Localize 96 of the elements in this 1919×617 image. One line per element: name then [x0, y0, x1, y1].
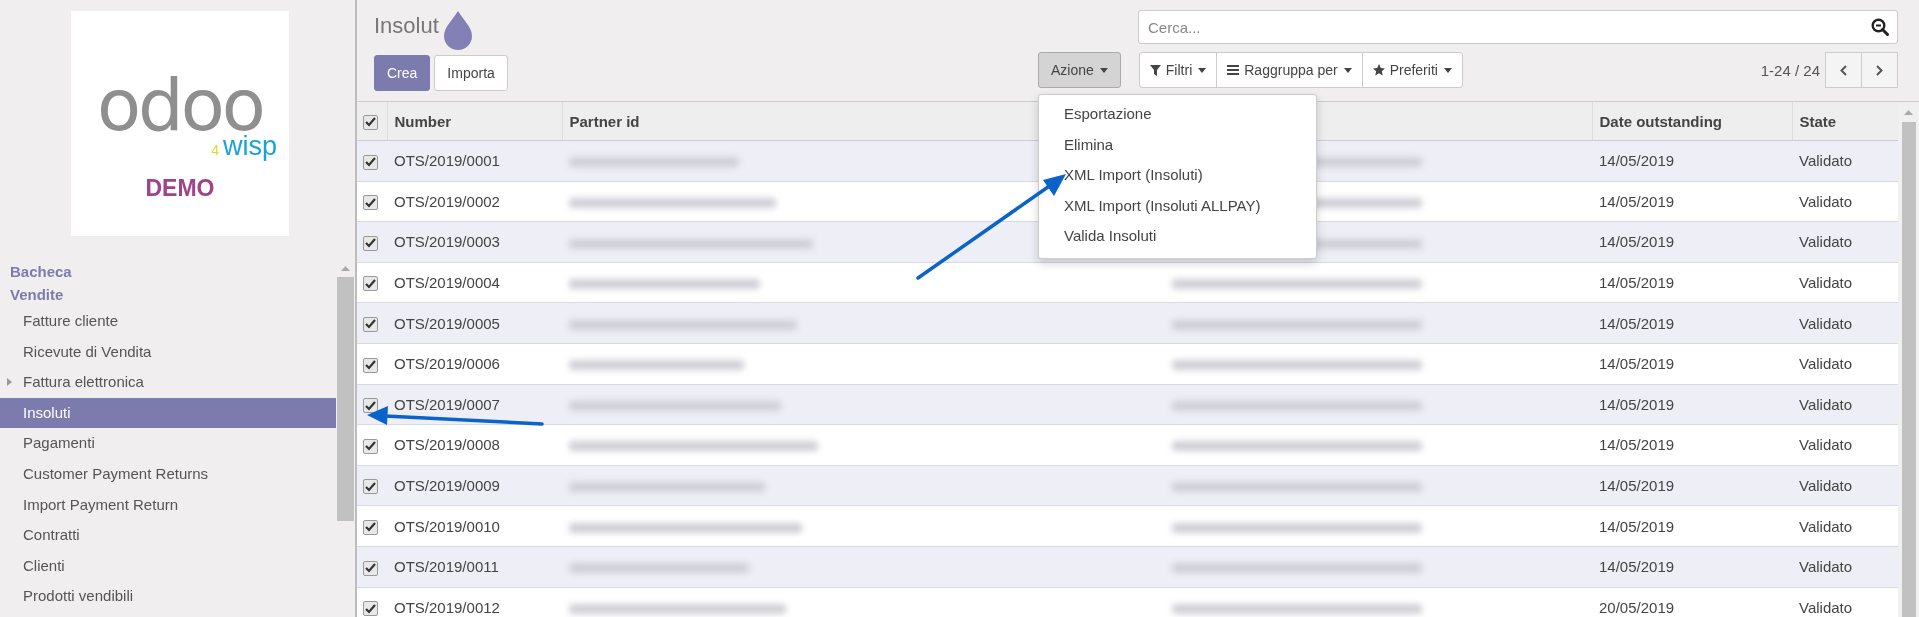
table-cell: OTS/2019/0007: [394, 395, 500, 413]
caret-icon: [1443, 67, 1452, 73]
star-icon: [1372, 64, 1385, 76]
checkbox[interactable]: [363, 154, 378, 170]
group-button[interactable]: Raggruppa per: [1216, 52, 1363, 88]
table-cell: Validato: [1799, 314, 1853, 332]
table-cell: 14/05/2019: [1599, 558, 1675, 576]
menu-option[interactable]: Esportazione: [1039, 99, 1316, 130]
table-cell: Validato: [1799, 436, 1853, 454]
table-cell: OTS/2019/0011: [394, 558, 499, 576]
menu-item[interactable]: Clienti: [0, 550, 336, 582]
checkbox[interactable]: [363, 601, 378, 617]
table-cell: 14/05/2019: [1599, 152, 1675, 170]
scroll-up-icon: [1904, 110, 1913, 115]
table-cell: OTS/2019/0008: [394, 436, 500, 454]
table-cell: 14/05/2019: [1599, 517, 1675, 535]
search-icon: [1871, 18, 1889, 36]
menu-item[interactable]: Contratti: [0, 520, 336, 551]
checkbox[interactable]: [363, 195, 378, 211]
menu-item[interactable]: Ricevute di Vendita: [0, 336, 336, 368]
column-header[interactable]: Number: [394, 112, 452, 130]
table-cell: 14/05/2019: [1599, 477, 1675, 495]
chevron-right-icon: [1876, 64, 1883, 76]
table-cell: 20/05/2019: [1599, 598, 1675, 616]
table-cell: Validato: [1799, 233, 1853, 251]
menu-option[interactable]: Elimina: [1039, 129, 1316, 160]
checkbox[interactable]: [363, 398, 378, 414]
menu-item[interactable]: Fattura elettronica: [0, 367, 336, 398]
caret-icon: [1343, 67, 1352, 73]
table-cell: Validato: [1799, 477, 1853, 495]
chevron-left-icon: [1840, 64, 1847, 76]
caret-icon: [1099, 67, 1108, 73]
menu-option[interactable]: XML Import (Insoluti ALLPAY): [1039, 190, 1316, 221]
checkbox[interactable]: [363, 316, 378, 332]
table-cell: 14/05/2019: [1599, 436, 1675, 454]
menu-item[interactable]: Insoluti: [0, 397, 336, 429]
table-cell: OTS/2019/0012: [394, 598, 500, 616]
checkbox[interactable]: [363, 479, 378, 495]
caret-icon: [1198, 67, 1207, 73]
table-cell: Validato: [1799, 274, 1853, 292]
table-cell: OTS/2019/0002: [394, 192, 500, 210]
table-cell: Validato: [1799, 192, 1853, 210]
column-header[interactable]: Date outstanding: [1599, 112, 1722, 130]
droplet-icon: [442, 11, 474, 51]
table-cell: 14/05/2019: [1599, 233, 1675, 251]
checkbox[interactable]: [363, 560, 378, 576]
table-cell: OTS/2019/0004: [394, 274, 500, 292]
import-button[interactable]: Importa: [434, 55, 508, 91]
table-cell: OTS/2019/0001: [394, 152, 500, 170]
column-header[interactable]: State: [1799, 112, 1837, 130]
menu-option[interactable]: XML Import (Insoluti): [1039, 160, 1316, 191]
table-cell: Validato: [1799, 517, 1853, 535]
table-cell: 14/05/2019: [1599, 274, 1675, 292]
table-cell: 14/05/2019: [1599, 355, 1675, 373]
checkbox[interactable]: [363, 519, 378, 535]
action-button[interactable]: Azione: [1038, 52, 1121, 88]
pager-value: 1-24 / 24: [1760, 61, 1820, 79]
column-header[interactable]: Partner id: [569, 112, 640, 130]
list-icon: [1227, 65, 1240, 75]
logo: odoo 4 wisp DEMO: [71, 11, 289, 236]
menu-item[interactable]: Prodotti vendibili: [0, 581, 336, 612]
scrollbar-thumb[interactable]: [337, 277, 354, 521]
filter-icon: [1149, 64, 1161, 76]
create-button[interactable]: Crea: [374, 55, 431, 91]
table-cell: Validato: [1799, 598, 1853, 616]
scroll-up-icon: [341, 266, 350, 271]
page-title: Insolut: [374, 12, 439, 40]
table-cell: 14/05/2019: [1599, 192, 1675, 210]
menu-item[interactable]: Pagamenti: [0, 428, 336, 459]
menu-option[interactable]: Valida Insoluti: [1039, 221, 1316, 252]
table-cell: OTS/2019/0009: [394, 477, 500, 495]
table-cell: Validato: [1799, 558, 1853, 576]
checkbox[interactable]: [363, 235, 378, 251]
table-cell: OTS/2019/0010: [394, 517, 500, 535]
table-cell: Validato: [1799, 152, 1853, 170]
table-cell: 14/05/2019: [1599, 314, 1675, 332]
table-cell: OTS/2019/0006: [394, 355, 500, 373]
search-field[interactable]: Cerca...: [1138, 10, 1898, 44]
scrollbar[interactable]: [1898, 102, 1919, 617]
table-cell: Validato: [1799, 355, 1853, 373]
table-cell: OTS/2019/0003: [394, 233, 500, 251]
checkbox[interactable]: [363, 438, 378, 454]
filter-button[interactable]: Filtri: [1138, 52, 1218, 88]
menu-item[interactable]: Customer Payment Returns: [0, 458, 336, 490]
menu-item[interactable]: Fatture cliente: [0, 306, 336, 337]
checkbox[interactable]: [363, 357, 378, 373]
menu-section[interactable]: Vendite: [0, 283, 64, 306]
checkbox[interactable]: [363, 276, 378, 292]
scrollbar-thumb[interactable]: [1902, 122, 1916, 617]
favorite-button[interactable]: Preferiti: [1361, 52, 1463, 88]
table-cell: 14/05/2019: [1599, 395, 1675, 413]
checkbox[interactable]: [363, 114, 378, 130]
menu-item[interactable]: Import Payment Return: [0, 489, 336, 521]
table-cell: OTS/2019/0005: [394, 314, 500, 332]
menu-section[interactable]: Bacheca: [0, 260, 72, 283]
table-cell: Validato: [1799, 395, 1853, 413]
